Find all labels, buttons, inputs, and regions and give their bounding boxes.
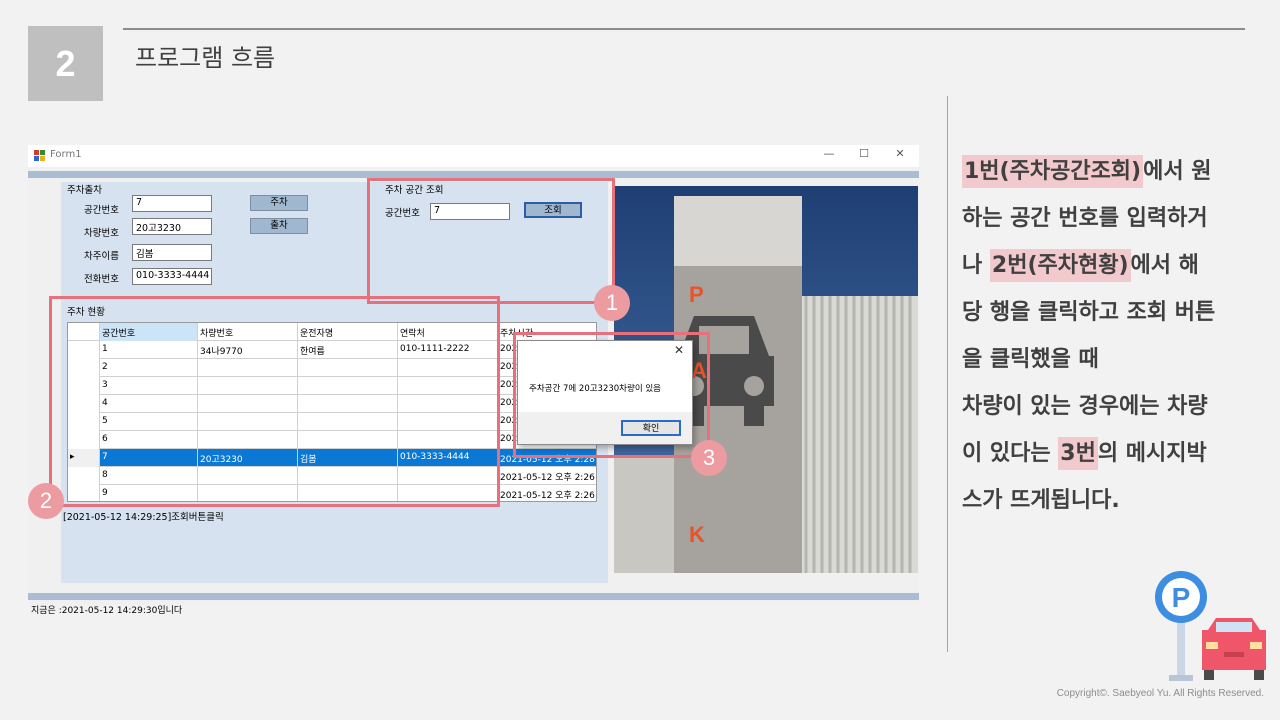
badge-3: 3: [691, 440, 727, 476]
status-time-text: 지금은 :2021-05-12 14:29:30입니다: [31, 606, 183, 616]
window-title: Form1: [50, 149, 82, 160]
badge-2: 2: [28, 483, 64, 519]
desc-line: 차량이 있는 경우에는 차량: [962, 394, 1208, 419]
space-label: 공간번호: [84, 205, 119, 216]
top-strip: [28, 171, 919, 178]
description: 1번(주차공간조회)에서 원 하는 공간 번호를 입력하거 나 2번(주차현황)…: [962, 148, 1262, 524]
desc-line: 에서 해: [1130, 253, 1199, 278]
desc-line: 당 행을 클릭하고 조회 버튼: [962, 300, 1216, 325]
badge-1: 1: [594, 285, 630, 321]
slide: 2 프로그램 흐름 Form1 — ☐ ✕ 주차출차 공간번호 7 차량번호 2…: [0, 0, 1280, 720]
desc-line: 이 있다는: [962, 441, 1059, 466]
highlight-grid: [49, 296, 500, 507]
log-text: [2021-05-12 14:29:25]조회버튼클릭: [63, 512, 224, 523]
park-button[interactable]: 주차: [250, 195, 308, 211]
desc-mark-2: 2번(주차현황): [989, 249, 1131, 282]
svg-text:P: P: [1172, 582, 1191, 613]
section-title: 프로그램 흐름: [135, 44, 276, 72]
copyright: Copyright©. Saebyeol Yu. All Rights Rese…: [1056, 688, 1264, 699]
owner-input[interactable]: 김봄: [132, 244, 212, 261]
bottom-strip: [28, 593, 919, 600]
desc-line: 의 메시지박: [1097, 441, 1207, 466]
log-panel: [2021-05-12 14:29:25]조회버튼클릭: [61, 507, 608, 583]
phone-input[interactable]: 010-3333-4444: [132, 268, 212, 285]
parking-car-icon: P: [1155, 571, 1266, 681]
desc-line: 에서 원: [1143, 159, 1212, 184]
desc-line: 을 클릭했을 때: [962, 347, 1099, 372]
car-input[interactable]: 20고3230: [132, 218, 212, 235]
photo-letter-k: K: [689, 522, 705, 547]
highlight-lookup: [367, 178, 615, 304]
section-number: 2: [28, 26, 103, 101]
vertical-divider: [947, 96, 948, 652]
desc-mark-3: 3번: [1058, 437, 1098, 470]
photo-letter-p: P: [689, 282, 704, 307]
table-cell[interactable]: 2021-05-12 오후 2:26: [498, 467, 596, 485]
table-cell[interactable]: 2021-05-12 오후 2:26: [498, 485, 596, 501]
phone-label: 전화번호: [84, 274, 119, 285]
close-window-button[interactable]: ✕: [891, 147, 909, 160]
space-input[interactable]: 7: [132, 195, 212, 212]
app-icon: [34, 150, 45, 161]
parking-group-title: 주차출차: [67, 185, 102, 196]
desc-line: 나: [962, 253, 990, 278]
exit-button[interactable]: 출차: [250, 218, 308, 234]
window-titlebar: Form1 — ☐ ✕: [28, 145, 919, 167]
desc-line: 스가 뜨게됩니다.: [962, 488, 1120, 513]
desc-mark-1: 1번(주차공간조회): [962, 155, 1144, 188]
car-label: 차량번호: [84, 228, 119, 239]
desc-line: 하는 공간 번호를 입력하거: [962, 206, 1208, 231]
title-divider: [123, 28, 1245, 30]
maximize-button[interactable]: ☐: [855, 147, 873, 160]
minimize-button[interactable]: —: [820, 147, 838, 160]
highlight-dialog: [513, 332, 710, 458]
owner-label: 차주이름: [84, 251, 119, 262]
